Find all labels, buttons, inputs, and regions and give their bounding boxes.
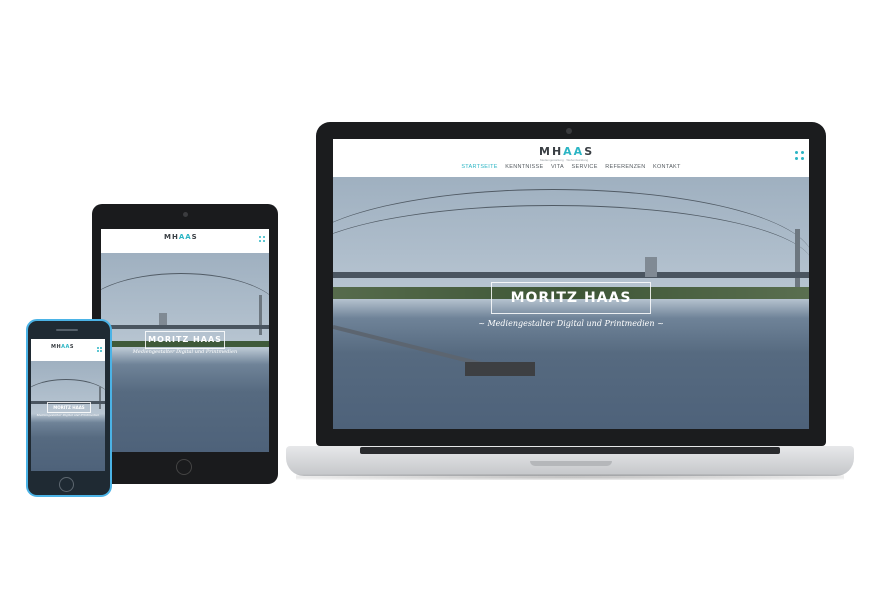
site-logo[interactable]: MHAAS xyxy=(539,145,594,158)
dots-grid-icon[interactable] xyxy=(795,151,804,160)
hero-subtitle: ~ Mediengestalter Digital und Printmedie… xyxy=(478,319,664,328)
laptop-shadow xyxy=(296,474,844,480)
logo-accent: AA xyxy=(61,344,70,350)
main-nav: STARTSEITE KENNTNISSE VITA SERVICE REFER… xyxy=(333,164,809,170)
hero-section: MORITZ HAAS Mediengestalter Digital und … xyxy=(31,361,105,471)
camera-icon xyxy=(183,212,188,217)
nav-item-kontakt[interactable]: KONTAKT xyxy=(653,164,681,170)
dots-grid-icon[interactable] xyxy=(97,347,102,352)
site-header: MHAAS xyxy=(101,229,269,253)
bridge-deck xyxy=(333,272,809,278)
logo-accent: AA xyxy=(178,233,192,241)
home-button-icon[interactable] xyxy=(176,459,192,475)
nav-item-vita[interactable]: VITA xyxy=(551,164,564,170)
camera-icon xyxy=(566,128,572,134)
nav-item-referenzen[interactable]: REFERENZEN xyxy=(605,164,645,170)
dots-grid-icon[interactable] xyxy=(259,236,265,242)
nav-item-service[interactable]: SERVICE xyxy=(572,164,598,170)
nav-item-kenntnisse[interactable]: KENNTNISSE xyxy=(505,164,543,170)
home-button-icon[interactable] xyxy=(59,477,74,492)
site-header: MHAAS xyxy=(31,339,105,361)
skyline-tower xyxy=(645,257,657,277)
phone-screen: MHAAS MORITZ HAAS Mediengestalter Digita… xyxy=(31,339,105,471)
skyline-tower xyxy=(159,313,167,325)
bridge-pylon xyxy=(795,229,800,289)
logo-part: S xyxy=(69,344,75,350)
logo-part: MH xyxy=(51,344,62,350)
site-header: MHAAS Mediengestaltung · Webentwicklung … xyxy=(333,139,809,177)
hero-section: MORITZ HAAS Mediengestalter Digital und … xyxy=(101,253,269,452)
hero-title: MORITZ HAAS xyxy=(491,282,651,314)
bridge-pylon xyxy=(259,295,262,335)
hero-section: MORITZ HAAS ~ Mediengestalter Digital un… xyxy=(333,177,809,429)
boat xyxy=(465,362,535,376)
bridge-pylon xyxy=(99,387,101,409)
hero-title: MORITZ HAAS xyxy=(47,402,91,413)
hero-subtitle: Mediengestalter Digital und Printmedien xyxy=(36,413,100,417)
logo-part: S xyxy=(191,233,198,241)
laptop-notch xyxy=(530,461,612,466)
logo-part: MH xyxy=(164,233,179,241)
site-logo[interactable]: MHAAS xyxy=(51,344,74,350)
hero-title: MORITZ HAAS xyxy=(145,331,225,349)
hero-subtitle: Mediengestalter Digital und Printmedien xyxy=(132,349,238,355)
bridge-deck xyxy=(101,325,269,329)
speaker-icon xyxy=(56,329,78,331)
laptop-keyboard xyxy=(360,447,780,454)
laptop-screen: MHAAS Mediengestaltung · Webentwicklung … xyxy=(333,139,809,429)
tablet-screen: MHAAS MORITZ HAAS Mediengestalter Digita… xyxy=(101,229,269,452)
site-logo[interactable]: MHAAS xyxy=(164,233,198,241)
logo-part: MH xyxy=(539,145,564,158)
logo-accent: AA xyxy=(563,145,585,158)
logo-part: S xyxy=(584,145,595,158)
logo-tagline: Mediengestaltung · Webentwicklung xyxy=(540,158,589,162)
nav-item-startseite[interactable]: STARTSEITE xyxy=(461,164,497,170)
